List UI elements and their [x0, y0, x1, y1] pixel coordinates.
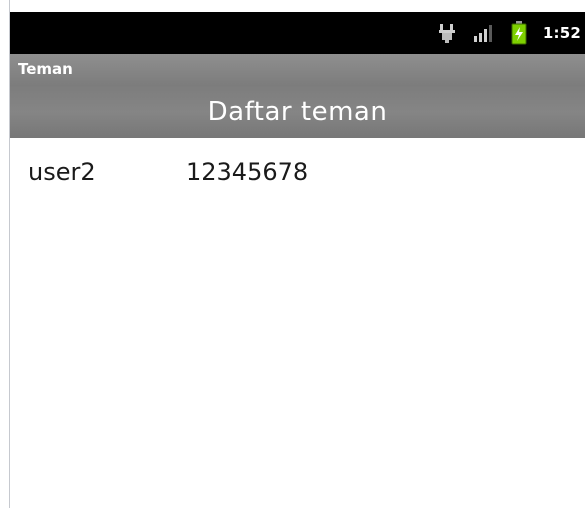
signal-icon — [473, 25, 492, 42]
app-title: Teman — [18, 60, 73, 78]
list-header: Daftar teman — [10, 86, 585, 138]
window-edge — [0, 0, 10, 508]
status-clock: 1:52 — [542, 24, 581, 42]
usb-debug-icon — [438, 24, 455, 43]
friend-name: user2 — [28, 158, 96, 186]
status-bar: 1:52 — [10, 12, 585, 54]
device-screen: 1:52 Teman Daftar teman user2 12345678 — [10, 12, 585, 508]
friend-phone: 12345678 — [186, 158, 309, 186]
app-title-bar: Teman — [10, 54, 585, 86]
status-icons: 1:52 — [437, 12, 585, 54]
battery-charging-icon — [511, 21, 527, 45]
friend-list-item[interactable]: user2 12345678 — [10, 138, 585, 206]
friend-list: user2 12345678 — [10, 138, 585, 206]
list-header-title: Daftar teman — [207, 97, 388, 127]
app-screen: 1:52 Teman Daftar teman user2 12345678 — [0, 0, 585, 508]
